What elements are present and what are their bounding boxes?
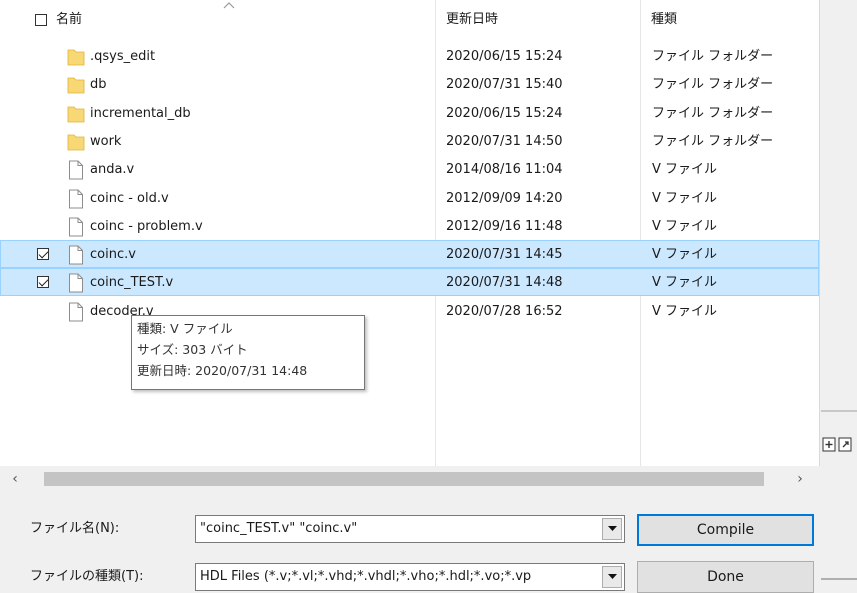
background-window-edge [821,0,857,410]
column-name-header[interactable]: 名前 [56,10,82,30]
file-name: coinc_TEST.v [90,275,174,291]
file-name: coinc - problem.v [90,218,203,234]
tooltip-type: 種類: V ファイル [137,321,233,336]
file-name: db [90,77,107,93]
file-name: coinc.v [90,247,136,263]
file-type: V ファイル [652,275,718,291]
row-checkbox[interactable] [37,276,49,289]
file-type: V ファイル [652,162,718,178]
file-modified: 2014/08/16 11:04 [446,162,563,178]
file-row[interactable]: .qsys_edit 2020/06/15 15:24 ファイル フォルダー [0,42,819,70]
filetype-dropdown-button[interactable] [602,566,622,588]
file-tooltip: 種類: V ファイル サイズ: 303 バイト 更新日時: 2020/07/31… [131,315,365,390]
filename-input[interactable]: "coinc_TEST.v" "coinc.v" [200,519,598,539]
column-modified-header[interactable]: 更新日時 [446,10,498,30]
file-row[interactable]: coinc.v 2020/07/31 14:45 V ファイル [0,240,819,269]
file-modified: 2020/06/15 15:24 [446,105,563,121]
chevron-down-icon [608,574,617,579]
scrollbar-thumb[interactable] [44,472,764,486]
background-toolbar-icons [822,437,852,452]
folder-icon [67,77,85,94]
file-modified: 2012/09/09 14:20 [446,190,563,206]
file-name: coinc - old.v [90,190,169,206]
file-icon [69,273,83,293]
file-icon [69,160,83,180]
scroll-right-icon[interactable]: › [791,470,809,488]
file-row[interactable]: coinc_TEST.v 2020/07/31 14:48 V ファイル [0,268,819,297]
filename-combobox[interactable]: "coinc_TEST.v" "coinc.v" [195,515,625,543]
column-type-header[interactable]: 種類 [651,10,677,30]
file-type: ファイル フォルダー [652,49,774,64]
tooltip-size: サイズ: 303 バイト [137,342,248,357]
file-row[interactable]: decoder.v 2020/07/28 16:52 V ファイル [0,297,819,325]
folder-icon [67,134,85,151]
filetype-combobox[interactable]: HDL Files (*.v;*.vl;*.vhd;*.vhdl;*.vho;*… [195,563,625,591]
file-type: ファイル フォルダー [652,77,774,93]
scroll-left-icon[interactable]: ‹ [6,470,24,488]
row-checkbox[interactable] [37,248,49,261]
chevron-down-icon [608,526,617,531]
file-type: V ファイル [652,218,718,234]
tooltip-modified: 更新日時: 2020/07/31 14:48 [137,363,308,378]
background-window-divider [821,410,857,412]
compile-button[interactable]: Compile [637,514,814,546]
file-icon [69,217,83,237]
file-name: anda.v [90,162,135,178]
file-type: ファイル フォルダー [652,133,774,149]
file-name: work [90,133,122,149]
filetype-label: ファイルの種類(T): [30,569,144,584]
file-modified: 2020/07/31 15:40 [446,77,563,93]
sort-ascending-icon [223,2,235,9]
file-row[interactable]: coinc - old.v 2012/09/09 14:20 V ファイル [0,184,819,212]
file-list[interactable]: 名前 更新日時 種類 .qsys_edit 2020/06/15 15:24 ファイ… [0,0,820,466]
file-modified: 2020/07/31 14:45 [446,247,563,263]
file-row[interactable]: coinc - problem.v 2012/09/16 11:48 V ファイル [0,212,819,240]
file-icon [69,189,83,208]
file-modified: 2020/07/28 16:52 [446,303,563,319]
file-name: incremental_db [90,105,191,121]
file-modified: 2020/07/31 14:50 [446,133,563,149]
file-type: V ファイル [652,303,718,319]
column-header: 名前 更新日時 種類 [0,0,819,40]
file-modified: 2020/06/15 15:24 [446,49,563,64]
background-window-divider [821,578,857,580]
file-row[interactable]: anda.v 2014/08/16 11:04 V ファイル [0,155,819,183]
done-button[interactable]: Done [637,561,814,593]
file-type: V ファイル [652,190,718,206]
file-name: .qsys_edit [90,49,156,64]
file-row[interactable]: incremental_db 2020/06/15 15:24 ファイル フォルダー [0,99,819,127]
folder-icon [67,106,85,122]
filetype-value[interactable]: HDL Files (*.v;*.vl;*.vhd;*.vhdl;*.vho;*… [200,567,598,587]
file-icon [69,302,83,322]
file-type: V ファイル [652,247,718,263]
folder-icon [67,49,85,66]
horizontal-scrollbar[interactable]: ‹ › [0,466,819,492]
filename-dropdown-button[interactable] [602,518,622,540]
file-row[interactable]: db 2020/07/31 15:40 ファイル フォルダー [0,70,819,98]
file-row[interactable]: work 2020/07/31 14:50 ファイル フォルダー [0,127,819,155]
file-type: ファイル フォルダー [652,105,774,121]
file-modified: 2020/07/31 14:48 [446,275,563,291]
select-all-checkbox[interactable] [35,14,47,26]
filename-label: ファイル名(N): [30,521,120,536]
file-modified: 2012/09/16 11:48 [446,218,563,234]
file-icon [69,245,83,265]
